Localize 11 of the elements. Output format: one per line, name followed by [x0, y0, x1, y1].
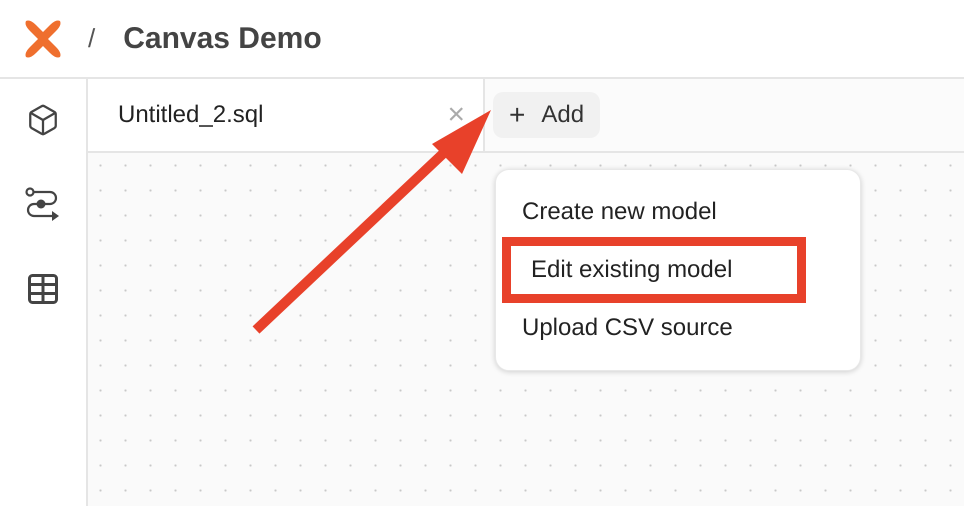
- editor-tab[interactable]: Untitled_2.sql ×: [88, 79, 485, 151]
- add-button[interactable]: + Add: [493, 92, 600, 138]
- menu-item[interactable]: Edit existing model: [502, 237, 806, 303]
- table-icon[interactable]: [25, 271, 61, 307]
- flow-icon[interactable]: [25, 187, 61, 221]
- cube-icon[interactable]: [26, 103, 60, 137]
- tab-label: Untitled_2.sql: [118, 100, 264, 130]
- breadcrumb-separator: /: [88, 22, 96, 55]
- menu-item[interactable]: Upload CSV source: [496, 310, 860, 346]
- menu-item[interactable]: Create new model: [496, 194, 860, 230]
- project-title: Canvas Demo: [123, 21, 322, 57]
